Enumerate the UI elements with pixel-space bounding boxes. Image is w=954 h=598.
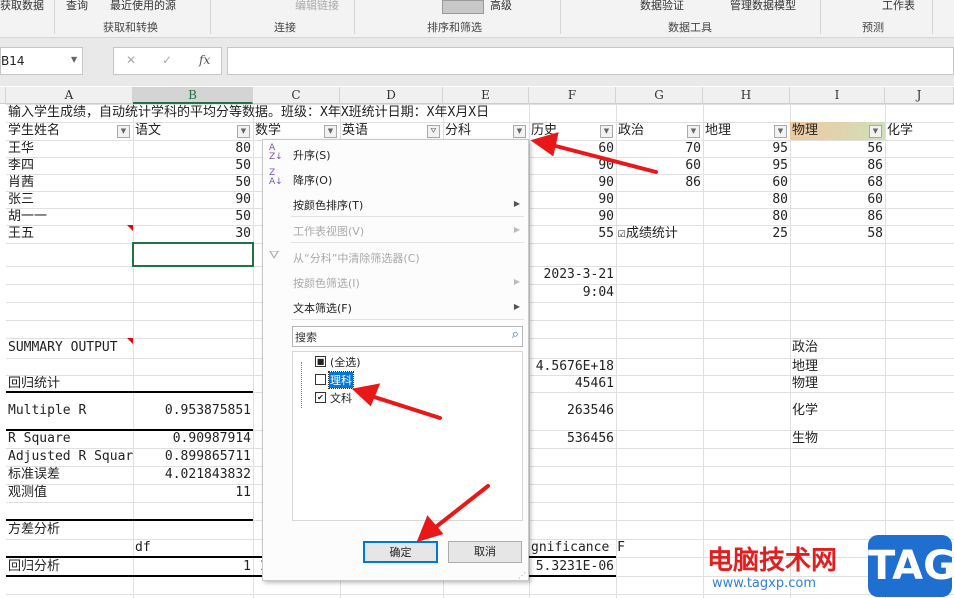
annotation-arrows: [351, 132, 658, 543]
watermark-logo: TAG: [868, 535, 954, 597]
arrow-head: [351, 383, 381, 407]
arrow-head: [416, 515, 444, 543]
watermark-url: www.tagxp.com: [712, 576, 816, 591]
arrow-to-ok-button: [430, 484, 490, 532]
arrow-to-history-filter: [546, 142, 658, 174]
arrow-to-science-option: [366, 393, 442, 420]
arrow-head: [530, 132, 559, 157]
watermark-text: 电脑技术网: [707, 546, 838, 576]
